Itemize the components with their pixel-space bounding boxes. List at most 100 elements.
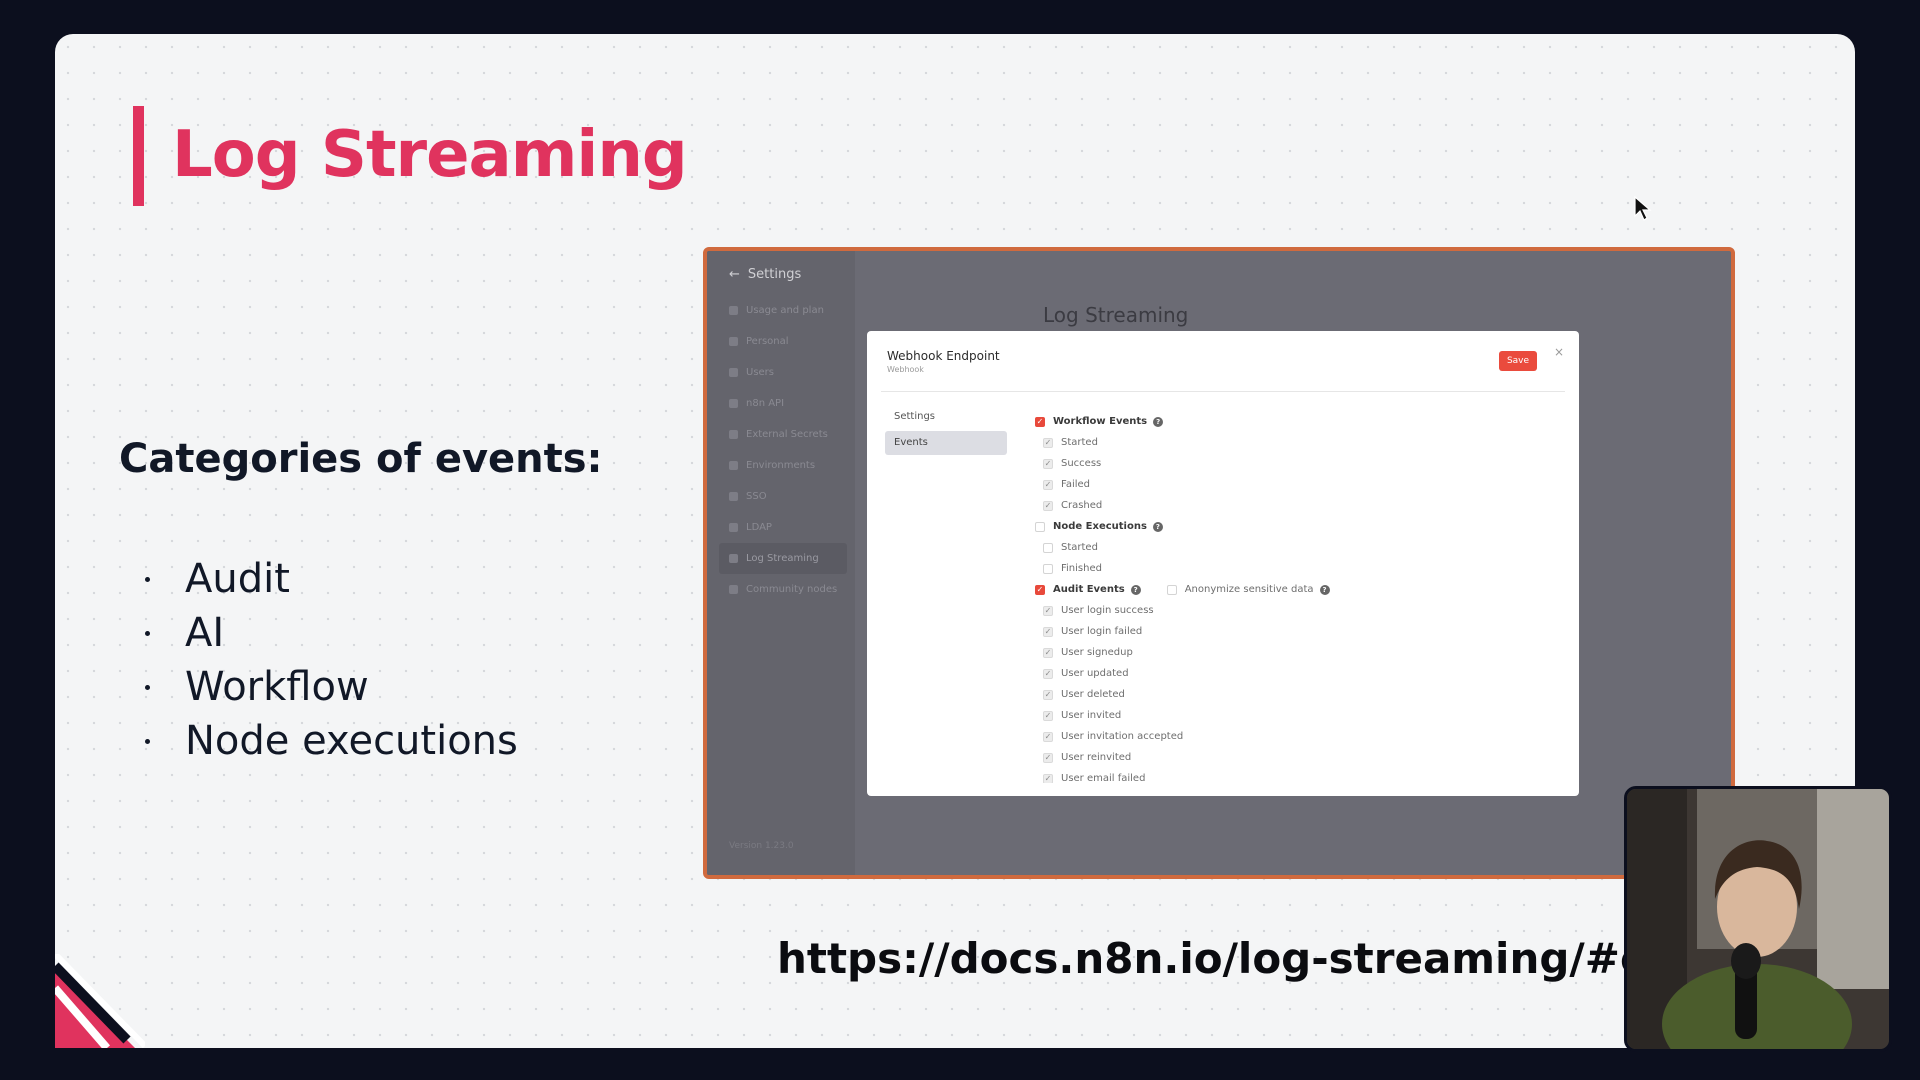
sidebar-item-community-nodes[interactable]: Community nodes <box>719 574 847 605</box>
checkbox[interactable] <box>1043 668 1053 679</box>
anonymize-option[interactable]: Anonymize sensitive data ? <box>1166 584 1330 595</box>
checkbox[interactable] <box>1043 542 1053 553</box>
sidebar-item-label: Usage and plan <box>746 305 824 316</box>
presenter-video-image <box>1627 789 1889 1049</box>
sidebar-item-label: Log Streaming <box>746 553 819 564</box>
checkbox[interactable] <box>1035 416 1045 427</box>
event-label: User deleted <box>1061 689 1125 700</box>
settings-sidebar: ← Settings Usage and plan Personal Users… <box>707 251 855 875</box>
sidebar-item-label: External Secrets <box>746 429 828 440</box>
checkbox[interactable] <box>1043 500 1053 511</box>
title-accent-bar <box>133 106 144 206</box>
webhook-endpoint-modal: Webhook Endpoint Webhook Save × Settings… <box>867 331 1579 796</box>
event-label: Finished <box>1061 563 1102 574</box>
event-label: Crashed <box>1061 500 1103 511</box>
sidebar-item-label: Personal <box>746 336 789 347</box>
event-label: Failed <box>1061 479 1091 490</box>
event-label: User login success <box>1061 605 1154 616</box>
event-item[interactable]: Failed <box>1035 474 1555 495</box>
sidebar-item-users[interactable]: Users <box>719 357 847 388</box>
sidebar-item-api[interactable]: n8n API <box>719 388 847 419</box>
cube-icon <box>729 585 738 594</box>
event-label: User invitation accepted <box>1061 731 1184 742</box>
user-icon <box>729 337 738 346</box>
sidebar-item-label: Users <box>746 367 775 378</box>
vault-icon <box>729 430 738 439</box>
checkbox[interactable] <box>1043 458 1053 469</box>
mouse-cursor-icon <box>1634 196 1652 221</box>
bullet-item: Node executions <box>145 714 518 768</box>
checkbox[interactable] <box>1035 584 1045 595</box>
checkbox[interactable] <box>1043 710 1053 721</box>
sidebar-item-external-secrets[interactable]: External Secrets <box>719 419 847 450</box>
tab-settings[interactable]: Settings <box>885 405 1007 429</box>
version-label: Version 1.23.0 <box>729 841 794 851</box>
event-item[interactable]: User login failed <box>1035 621 1555 642</box>
help-icon[interactable]: ? <box>1152 521 1163 532</box>
help-icon[interactable]: ? <box>1130 584 1141 595</box>
sidebar-item-label: LDAP <box>746 522 772 533</box>
checkbox[interactable] <box>1043 563 1053 574</box>
event-label: User reinvited <box>1061 752 1132 763</box>
checkbox[interactable] <box>1043 773 1053 783</box>
help-icon[interactable]: ? <box>1319 584 1330 595</box>
event-item[interactable]: User updated <box>1035 663 1555 684</box>
checkbox[interactable] <box>1043 479 1053 490</box>
event-item[interactable]: User email failed <box>1035 768 1555 783</box>
sidebar-item-sso[interactable]: SSO <box>719 481 847 512</box>
event-item[interactable]: User login success <box>1035 600 1555 621</box>
sidebar-item-label: Community nodes <box>746 584 838 595</box>
event-group-workflow[interactable]: Workflow Events ? <box>1035 411 1555 432</box>
event-item[interactable]: Success <box>1035 453 1555 474</box>
event-item[interactable]: Started <box>1035 537 1555 558</box>
sso-icon <box>729 492 738 501</box>
close-icon[interactable]: × <box>1554 345 1564 359</box>
bullet-list: Audit AI Workflow Node executions <box>145 552 518 768</box>
group-label: Node Executions <box>1053 521 1147 532</box>
bullet-item: Workflow <box>145 660 518 714</box>
checkbox[interactable] <box>1035 521 1045 532</box>
events-list: Workflow Events ? Started Success Failed… <box>1035 411 1555 783</box>
event-label: User invited <box>1061 710 1122 721</box>
sidebar-item-log-streaming[interactable]: Log Streaming <box>719 543 847 574</box>
event-label: Started <box>1061 542 1098 553</box>
checkbox[interactable] <box>1166 584 1177 595</box>
help-icon[interactable]: ? <box>1153 416 1164 427</box>
tab-events[interactable]: Events <box>885 431 1007 455</box>
event-group-audit[interactable]: Audit Events ? Anonymize sensitive data … <box>1035 579 1555 600</box>
checkbox[interactable] <box>1043 752 1053 763</box>
presentation-slide: Log Streaming Categories of events: Audi… <box>55 34 1855 1048</box>
event-item[interactable]: User deleted <box>1035 684 1555 705</box>
modal-title: Webhook Endpoint <box>887 349 1000 363</box>
event-item[interactable]: User signedup <box>1035 642 1555 663</box>
event-item[interactable]: User invited <box>1035 705 1555 726</box>
docs-url[interactable]: https://docs.n8n.io/log-streaming/#even <box>777 934 1734 983</box>
checkbox[interactable] <box>1043 437 1053 448</box>
checkbox[interactable] <box>1043 626 1053 637</box>
save-button[interactable]: Save <box>1499 351 1537 371</box>
settings-nav: Usage and plan Personal Users n8n API Ex… <box>719 295 847 605</box>
sidebar-item-personal[interactable]: Personal <box>719 326 847 357</box>
event-item[interactable]: Crashed <box>1035 495 1555 516</box>
checkbox[interactable] <box>1043 689 1053 700</box>
event-item[interactable]: Started <box>1035 432 1555 453</box>
branch-icon <box>729 461 738 470</box>
group-label: Audit Events <box>1053 584 1125 595</box>
bullet-item: AI <box>145 606 518 660</box>
slide-title: Log Streaming <box>172 118 688 192</box>
event-item[interactable]: User invitation accepted <box>1035 726 1555 747</box>
settings-back-link[interactable]: ← Settings <box>729 267 801 282</box>
sidebar-item-environments[interactable]: Environments <box>719 450 847 481</box>
app-screenshot: ← Settings Usage and plan Personal Users… <box>703 247 1735 879</box>
event-item[interactable]: User reinvited <box>1035 747 1555 768</box>
event-group-node-executions[interactable]: Node Executions ? <box>1035 516 1555 537</box>
checkbox[interactable] <box>1043 605 1053 616</box>
sidebar-item-label: Environments <box>746 460 816 471</box>
checkbox[interactable] <box>1043 731 1053 742</box>
event-label: User updated <box>1061 668 1129 679</box>
sidebar-item-ldap[interactable]: LDAP <box>719 512 847 543</box>
event-item[interactable]: Finished <box>1035 558 1555 579</box>
arrow-left-icon: ← <box>729 267 740 282</box>
checkbox[interactable] <box>1043 647 1053 658</box>
sidebar-item-usage[interactable]: Usage and plan <box>719 295 847 326</box>
